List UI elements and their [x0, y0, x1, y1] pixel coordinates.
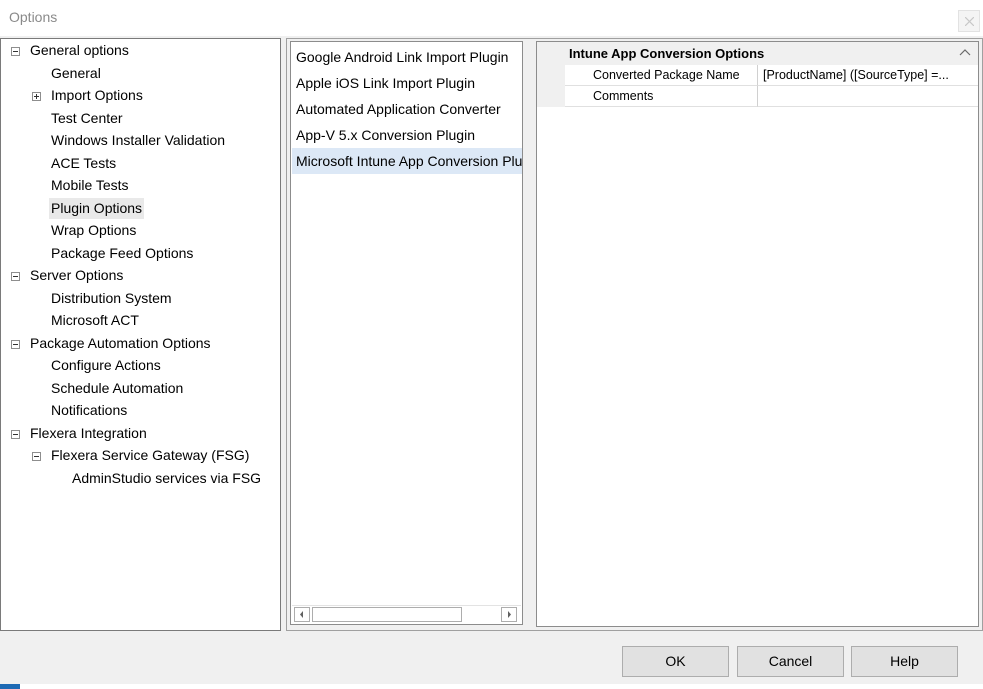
- property-name: Converted Package Name: [565, 65, 758, 86]
- tree-item-ace-tests[interactable]: ACE Tests: [49, 153, 118, 174]
- property-category-header[interactable]: Intune App Conversion Options: [537, 42, 978, 65]
- tree-item-flexera-integration[interactable]: Flexera Integration: [28, 423, 149, 444]
- tree-item-wrap-options[interactable]: Wrap Options: [49, 220, 138, 241]
- property-value-field[interactable]: [ProductName] ([SourceType] =...: [758, 65, 978, 86]
- tree-item-package-automation-options[interactable]: Package Automation Options: [28, 333, 213, 354]
- taskbar-strip: [20, 684, 983, 689]
- collapse-icon[interactable]: [32, 452, 41, 461]
- plugin-item-appv-conversion[interactable]: App-V 5.x Conversion Plugin: [292, 122, 522, 148]
- tree-item-notifications[interactable]: Notifications: [49, 400, 129, 421]
- cancel-button[interactable]: Cancel: [737, 646, 844, 677]
- ok-button[interactable]: OK: [622, 646, 729, 677]
- chevron-up-icon[interactable]: [959, 47, 971, 57]
- tree-item-microsoft-act[interactable]: Microsoft ACT: [49, 310, 141, 331]
- tree-item-test-center[interactable]: Test Center: [49, 108, 125, 129]
- tree-item-import-options[interactable]: Import Options: [49, 85, 145, 106]
- tree-item-configure-actions[interactable]: Configure Actions: [49, 355, 163, 376]
- collapse-icon[interactable]: [11, 272, 20, 281]
- collapse-icon[interactable]: [11, 430, 20, 439]
- tree-item-flexera-service-gateway[interactable]: Flexera Service Gateway (FSG): [49, 445, 251, 466]
- arrow-right-icon: [508, 611, 511, 618]
- tree-item-package-feed-options[interactable]: Package Feed Options: [49, 243, 195, 264]
- window-title: Options: [9, 9, 58, 25]
- property-value-field[interactable]: [758, 86, 978, 107]
- expand-icon[interactable]: [32, 92, 41, 101]
- close-button[interactable]: [958, 10, 980, 32]
- property-grid[interactable]: Intune App Conversion Options Converted …: [536, 41, 979, 627]
- property-row-gutter: [537, 65, 565, 86]
- tree-item-adminstudio-services-via-fsg[interactable]: AdminStudio services via FSG: [70, 468, 263, 489]
- property-row[interactable]: Converted Package Name [ProductName] ([S…: [537, 65, 978, 86]
- tree-item-general-options[interactable]: General options: [28, 40, 131, 61]
- tree-item-schedule-automation[interactable]: Schedule Automation: [49, 378, 185, 399]
- help-button[interactable]: Help: [851, 646, 958, 677]
- plugin-item-google-android[interactable]: Google Android Link Import Plugin: [292, 44, 522, 70]
- title-bar: Options: [0, 0, 983, 36]
- collapse-icon[interactable]: [11, 340, 20, 349]
- collapse-icon[interactable]: [11, 47, 20, 56]
- taskbar-accent: [0, 684, 20, 689]
- property-row-gutter: [537, 86, 565, 107]
- tree-item-distribution-system[interactable]: Distribution System: [49, 288, 174, 309]
- tree-item-windows-installer-validation[interactable]: Windows Installer Validation: [49, 130, 227, 151]
- tree-item-general[interactable]: General: [49, 63, 103, 84]
- plugin-item-intune-conversion[interactable]: Microsoft Intune App Conversion Plugin: [292, 148, 522, 174]
- close-icon: [965, 17, 974, 26]
- plugin-item-apple-ios[interactable]: Apple iOS Link Import Plugin: [292, 70, 522, 96]
- tree-item-mobile-tests[interactable]: Mobile Tests: [49, 175, 131, 196]
- scroll-thumb[interactable]: [312, 607, 462, 622]
- arrow-left-icon: [300, 611, 303, 618]
- property-name: Comments: [565, 86, 758, 107]
- options-dialog: Options General options General Import O…: [0, 0, 983, 689]
- property-category-title: Intune App Conversion Options: [569, 46, 765, 61]
- options-tree[interactable]: General options General Import Options T…: [0, 38, 281, 631]
- tree-item-plugin-options[interactable]: Plugin Options: [49, 198, 145, 219]
- property-row[interactable]: Comments: [537, 86, 978, 107]
- horizontal-scrollbar[interactable]: [292, 605, 521, 623]
- scroll-left-button[interactable]: [294, 607, 310, 622]
- tree-item-server-options[interactable]: Server Options: [28, 265, 125, 286]
- plugin-item-automated-application-converter[interactable]: Automated Application Converter: [292, 96, 522, 122]
- plugin-list[interactable]: Google Android Link Import Plugin Apple …: [290, 41, 523, 625]
- scroll-right-button[interactable]: [501, 607, 517, 622]
